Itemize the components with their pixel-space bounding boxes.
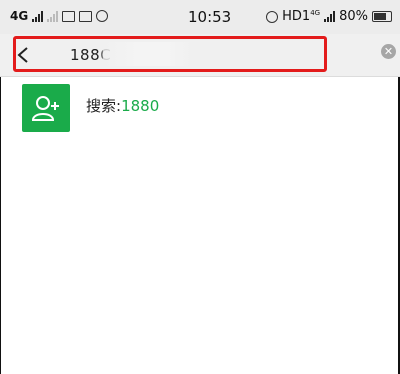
signal-bars-icon-right: [324, 11, 336, 22]
signal-bars-icon: [32, 10, 44, 22]
search-results: 搜索:1880: [0, 77, 400, 374]
status-right: HD14G 80%: [266, 9, 392, 24]
battery-icon: [372, 11, 392, 22]
search-result-item[interactable]: 搜索:1880: [0, 77, 400, 137]
close-icon[interactable]: ✕: [381, 44, 396, 59]
highlight-annotation: [13, 36, 327, 72]
result-query: 1880: [121, 97, 160, 115]
signal-bars-dim-icon: [47, 10, 59, 22]
frame-edge-left: [0, 77, 1, 374]
result-prefix: 搜索:: [86, 97, 122, 115]
status-time: 10:53: [188, 8, 232, 26]
app-badge-icon: [96, 10, 109, 22]
sim-icon: [79, 10, 93, 22]
status-left: 4G: [10, 9, 109, 23]
result-label: 搜索:1880: [86, 95, 159, 116]
add-contact-icon: [22, 84, 70, 132]
hd-sup: 4G: [310, 9, 321, 17]
redaction-blur: [160, 87, 240, 117]
network-type: 4G: [10, 9, 29, 23]
hd-label: HD14G: [282, 9, 320, 24]
video-icon: [62, 10, 76, 22]
status-bar: 4G 10:53 HD14G 80%: [0, 0, 400, 34]
battery-percent: 80%: [339, 9, 368, 24]
alarm-icon: [266, 10, 279, 23]
hd-text: HD1: [282, 9, 311, 24]
